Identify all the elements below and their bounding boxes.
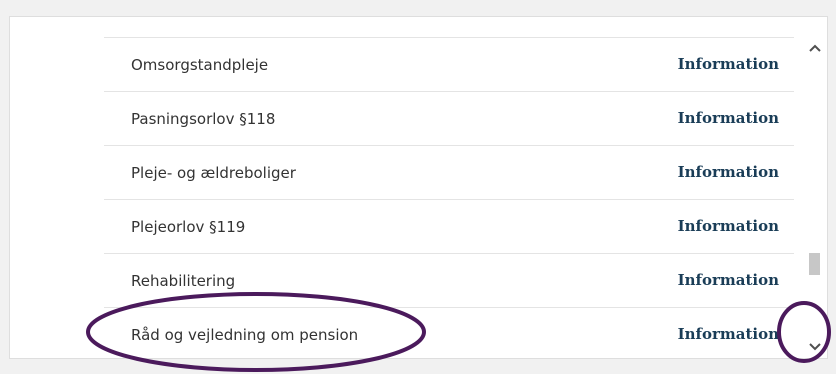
list-panel: Omsorgstandpleje Information Pasningsorl… <box>9 16 828 359</box>
list-item: Plejeorlov §119 Information <box>104 199 794 253</box>
service-name: Råd og vejledning om pension <box>131 326 359 344</box>
information-link[interactable]: Information <box>678 109 779 127</box>
information-link[interactable]: Information <box>678 217 779 235</box>
scroll-up-button[interactable] <box>802 35 827 61</box>
list-item: Pleje- og ældreboliger Information <box>104 145 794 199</box>
service-name: Plejeorlov §119 <box>131 218 246 236</box>
information-link[interactable]: Information <box>678 325 779 343</box>
service-list: Omsorgstandpleje Information Pasningsorl… <box>104 37 794 358</box>
chevron-down-icon <box>808 343 821 351</box>
service-name: Omsorgstandpleje <box>131 56 269 74</box>
list-item: Rehabilitering Information <box>104 253 794 307</box>
service-name: Pasningsorlov §118 <box>131 110 276 128</box>
service-name: Pleje- og ældreboliger <box>131 164 296 182</box>
scroll-thumb[interactable] <box>809 253 820 275</box>
list-item: Råd og vejledning om pension Information <box>104 307 794 358</box>
service-name: Rehabilitering <box>131 272 236 290</box>
vertical-scrollbar[interactable] <box>802 35 827 358</box>
list-item: Omsorgstandpleje Information <box>104 37 794 91</box>
scroll-down-button[interactable] <box>802 334 827 358</box>
information-link[interactable]: Information <box>678 271 779 289</box>
chevron-up-icon <box>808 44 821 52</box>
information-link[interactable]: Information <box>678 55 779 73</box>
list-item: Pasningsorlov §118 Information <box>104 91 794 145</box>
information-link[interactable]: Information <box>678 163 779 181</box>
